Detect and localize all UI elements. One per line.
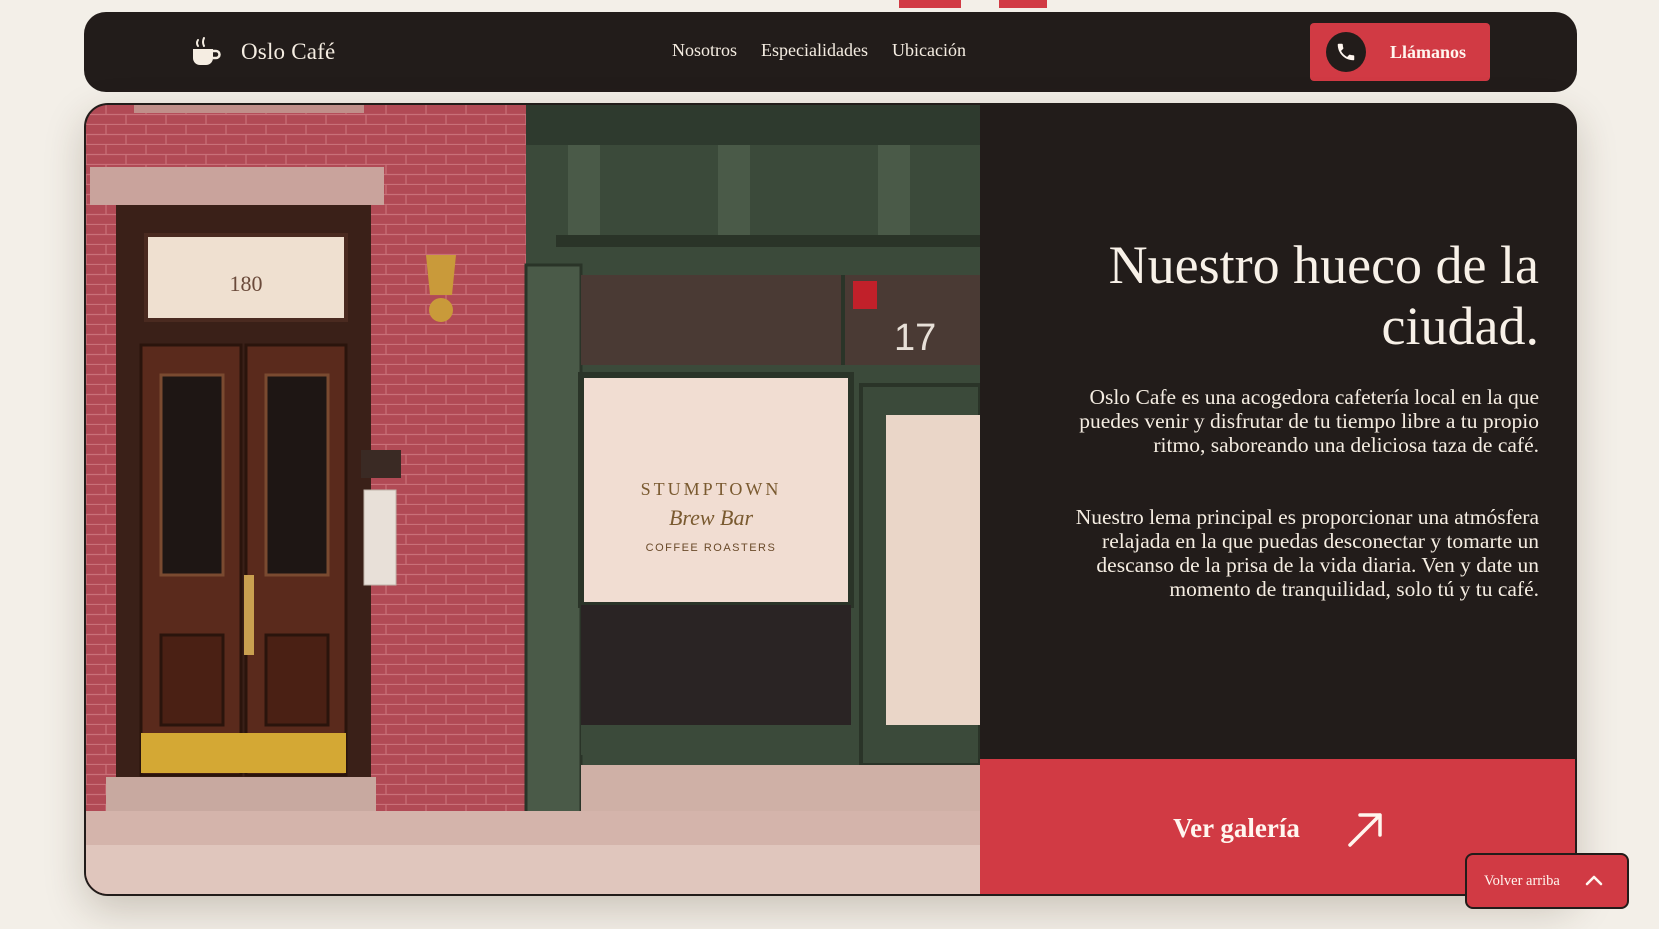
back-to-top-button[interactable]: Volver arriba	[1465, 853, 1629, 909]
call-button-label: Llámanos	[1390, 41, 1467, 62]
back-to-top-label: Volver arriba	[1484, 872, 1560, 889]
coffee-cup-icon	[193, 37, 221, 65]
brand-name: Oslo Café	[241, 39, 336, 64]
cafe-storefront-photo: 180 17 STUMPTOWN Brew Bar COFFEE ROASTER…	[86, 105, 980, 894]
arrow-up-right-icon	[1348, 812, 1382, 847]
brand[interactable]: Oslo Café	[190, 34, 335, 70]
hero-section: 180 17 STUMPTOWN Brew Bar COFFEE ROASTER…	[84, 103, 1577, 896]
sign-line-1: STUMPTOWN	[641, 479, 782, 499]
sign-line-3: COFFEE ROASTERS	[646, 542, 777, 554]
about-panel: Nuestro hueco de la ciudad. Oslo Cafe es…	[980, 105, 1575, 759]
phone-icon	[1326, 32, 1366, 72]
call-button[interactable]: Llámanos	[1310, 23, 1490, 81]
gallery-button-label: Ver galería	[1173, 813, 1300, 843]
neighbor-number: 17	[894, 317, 936, 359]
top-decoration-right	[999, 0, 1047, 8]
chevron-up-icon	[1585, 875, 1603, 886]
about-paragraph-1: Oslo Cafe es una acogedora cafetería loc…	[1079, 385, 1539, 457]
navbar: Oslo Café Nosotros Especialidades Ubicac…	[84, 12, 1577, 92]
top-decoration-left	[899, 0, 961, 8]
sign-line-2: Brew Bar	[669, 505, 754, 530]
main-nav: Nosotros Especialidades Ubicación	[672, 40, 966, 61]
nav-link-nosotros[interactable]: Nosotros	[672, 40, 737, 61]
about-paragraph-2: Nuestro lema principal es proporcionar u…	[1075, 505, 1539, 601]
nav-link-ubicacion[interactable]: Ubicación	[892, 40, 966, 61]
door-number: 180	[230, 271, 263, 296]
hero-title: Nuestro hueco de la ciudad.	[1108, 235, 1539, 356]
nav-link-especialidades[interactable]: Especialidades	[761, 40, 868, 61]
